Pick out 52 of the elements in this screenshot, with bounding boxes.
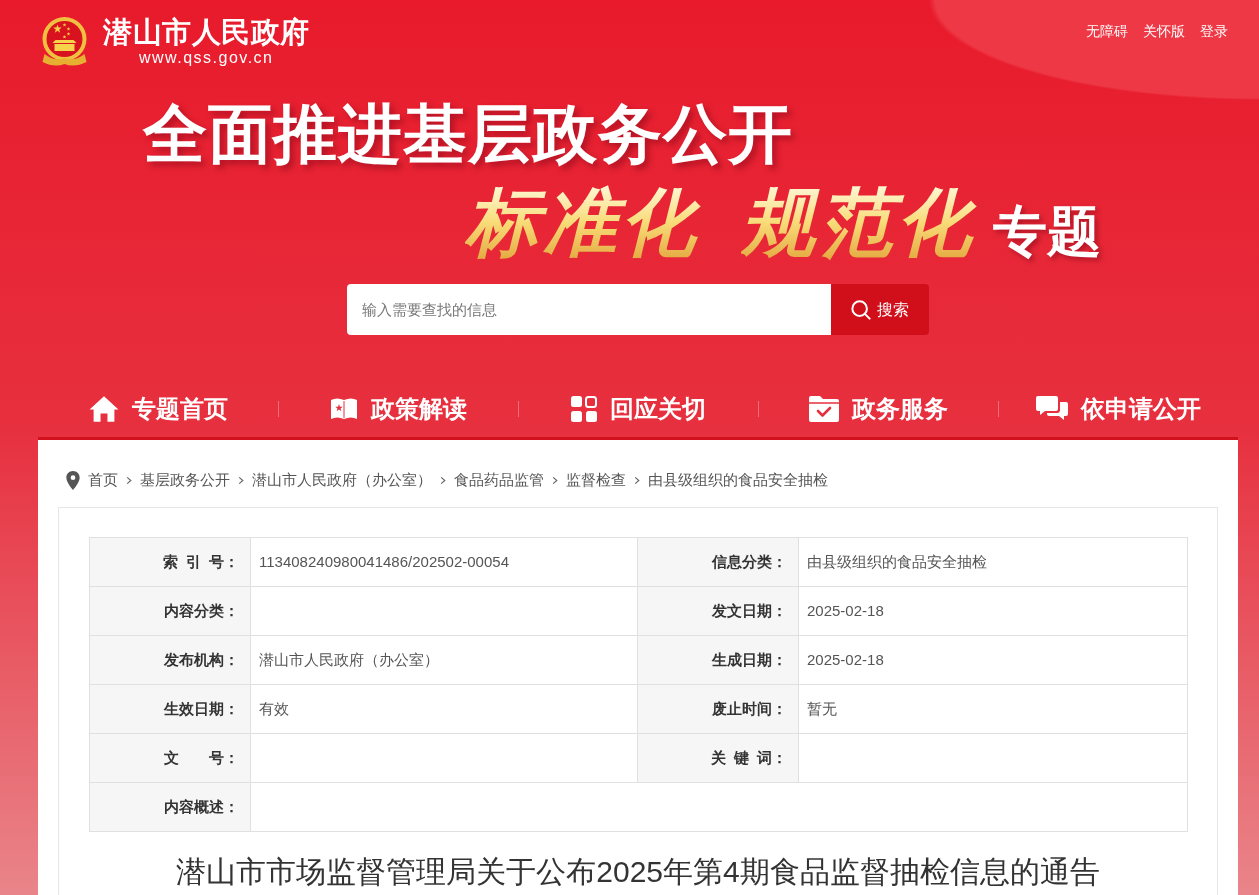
table-cell: 有效 xyxy=(250,684,638,734)
table-header-cell: 内容分类： xyxy=(89,586,251,636)
home-icon xyxy=(88,395,119,423)
grid-icon xyxy=(570,396,597,422)
table-cell: 2025-02-18 xyxy=(798,635,1188,685)
chevron-icon xyxy=(238,475,244,485)
table-header-cell: 发布机构： xyxy=(89,635,251,685)
table-header-cell: 索 引 号： xyxy=(89,537,251,587)
search-icon xyxy=(851,299,871,320)
table-header-cell: 生效日期： xyxy=(89,684,251,734)
table-header-cell: 生成日期： xyxy=(637,635,799,685)
chevron-icon xyxy=(634,475,640,485)
breadcrumb-link[interactable]: 首页 xyxy=(88,470,118,490)
nav-link[interactable]: 专题首页 xyxy=(88,394,228,424)
table-cell: 暂无 xyxy=(798,684,1188,734)
header-link[interactable]: 登录 xyxy=(1200,22,1228,40)
search-button[interactable]: 搜索 xyxy=(831,284,929,335)
chevron-icon xyxy=(440,475,446,485)
table-header-cell: 发文日期： xyxy=(637,586,799,636)
breadcrumb-link[interactable]: 潜山市人民政府（办公室） xyxy=(252,470,432,490)
article-title: 潜山市市场监督管理局关于公布2025年第4期食品监督抽检信息的通告 xyxy=(175,854,1101,890)
table-cell: 113408240980041486/202502-00054 xyxy=(250,537,638,587)
table-cell: 潜山市人民政府（办公室） xyxy=(250,635,638,685)
book-icon xyxy=(329,397,358,421)
banner-tagline: 专题 xyxy=(993,200,1101,263)
emblem-icon xyxy=(40,16,89,68)
breadcrumb-link[interactable]: 由县级组织的食品安全抽检 xyxy=(648,470,828,490)
folder-check-icon xyxy=(808,396,839,422)
breadcrumb-link[interactable]: 监督检查 xyxy=(566,470,626,490)
site-name: 潜山市人民政府 xyxy=(103,15,310,49)
table-header-cell: 信息分类： xyxy=(637,537,799,587)
nav-link[interactable]: 回应关切 xyxy=(570,394,706,424)
nav-link[interactable]: 政务服务 xyxy=(808,394,948,424)
table-header-cell: 文 号： xyxy=(89,733,251,783)
breadcrumb-link[interactable]: 基层政务公开 xyxy=(140,470,230,490)
chat-icon xyxy=(1035,396,1068,422)
table-cell: 由县级组织的食品安全抽检 xyxy=(798,537,1188,587)
table-header-cell: 废止时间： xyxy=(637,684,799,734)
site-url: www.qss.gov.cn xyxy=(139,49,274,67)
banner-headline: 全面推进基层政务公开 xyxy=(143,98,794,170)
breadcrumb-link[interactable]: 食品药品监管 xyxy=(454,470,544,490)
search-field[interactable]: 输入需要查找的信息 xyxy=(347,284,831,335)
table-header-cell: 关 键 词： xyxy=(637,733,799,783)
header-link[interactable]: 关怀版 xyxy=(1143,22,1185,40)
chevron-icon xyxy=(552,475,558,485)
nav-link[interactable]: 政策解读 xyxy=(329,394,467,424)
table-header-cell: 内容概述： xyxy=(89,782,251,832)
location-pin-icon xyxy=(66,470,80,490)
table-cell: 2025-02-18 xyxy=(798,586,1188,636)
nav-link[interactable]: 依申请公开 xyxy=(1035,394,1201,424)
header-link[interactable]: 无障碍 xyxy=(1086,22,1128,40)
chevron-icon xyxy=(126,475,132,485)
